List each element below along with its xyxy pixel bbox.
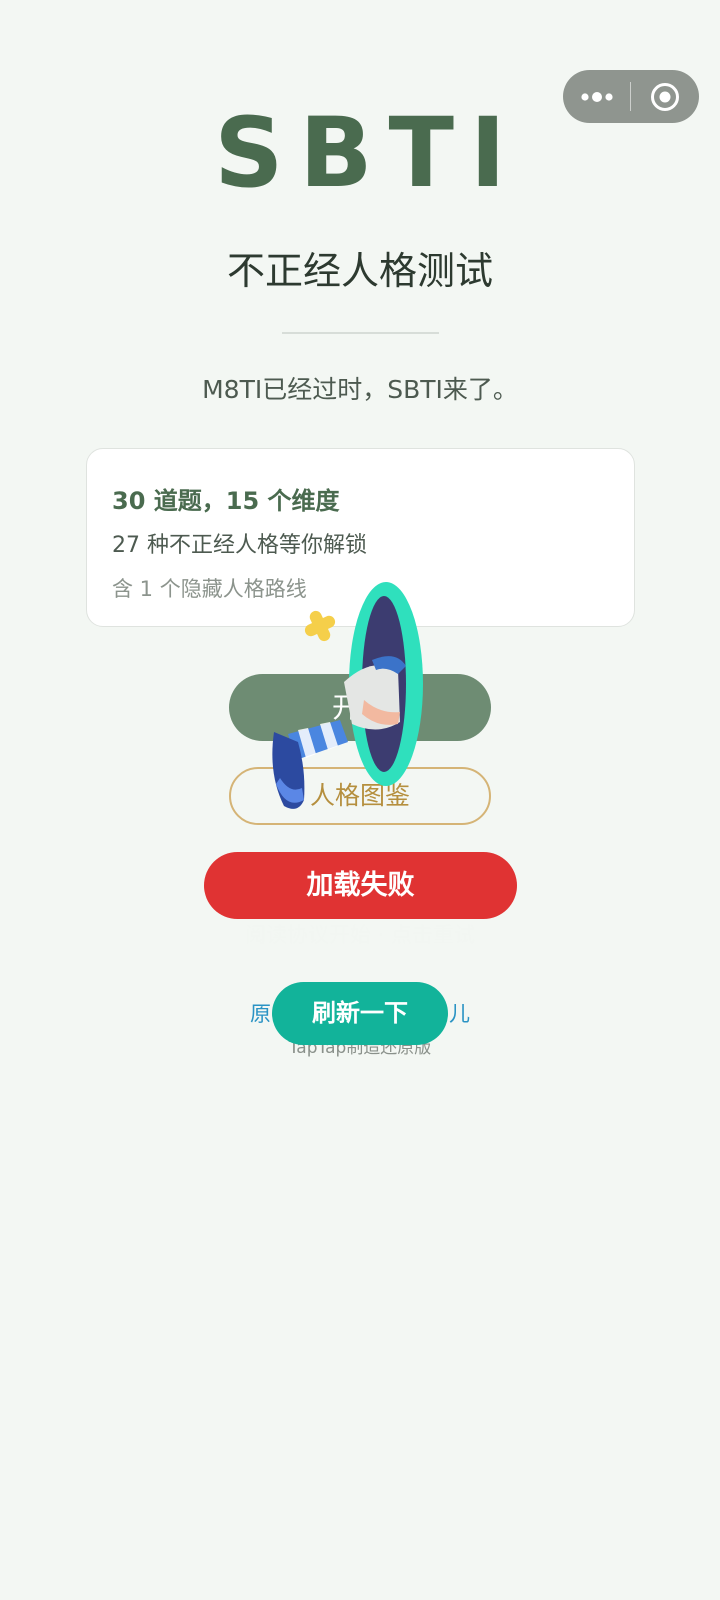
refresh-button[interactable]: 刷新一下: [272, 982, 448, 1045]
portal-mascot-icon: [272, 582, 423, 809]
load-failed-button[interactable]: 加载失败: [204, 852, 517, 919]
divider: [282, 332, 439, 334]
footer-link-right[interactable]: 儿: [449, 998, 470, 1028]
footer-link-left[interactable]: 原: [250, 998, 271, 1028]
card-line-personalities: 27 种不正经人格等你解锁: [112, 533, 367, 558]
hint-text: 阅读协议开始 · 点击重试: [244, 923, 476, 947]
app-subtitle: 不正经人格测试: [226, 249, 493, 293]
sparkle-icon: [304, 610, 336, 642]
card-line-questions: 30 道题，15 个维度: [112, 487, 340, 515]
app-title: SBTI: [214, 97, 522, 209]
tagline: M8TI已经过时，SBTI来了。: [202, 375, 518, 404]
